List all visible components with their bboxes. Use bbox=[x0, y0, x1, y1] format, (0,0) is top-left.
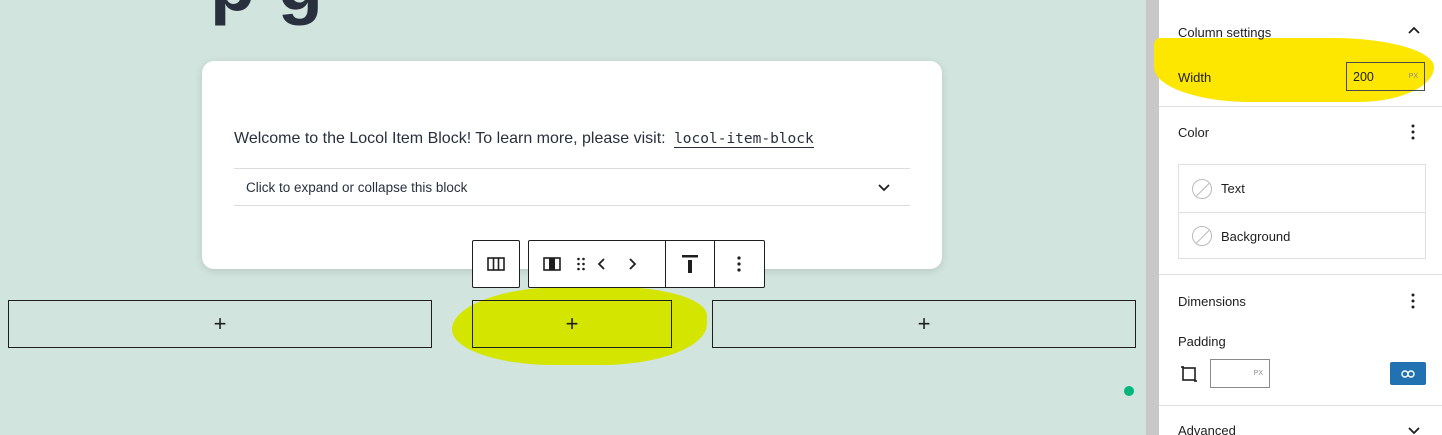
chevron-left-icon bbox=[597, 258, 605, 270]
plus-icon: + bbox=[917, 311, 931, 336]
column-appender-right[interactable]: + bbox=[712, 300, 1136, 348]
width-unit[interactable]: PX bbox=[1409, 73, 1418, 80]
color-text-option[interactable]: Text bbox=[1179, 165, 1425, 212]
empty-swatch-icon bbox=[1192, 226, 1212, 246]
color-options: Text Background bbox=[1178, 164, 1426, 259]
more-options-button[interactable] bbox=[715, 241, 763, 287]
accordion-label: Click to expand or collapse this block bbox=[246, 180, 468, 195]
advanced-title: Advanced bbox=[1178, 423, 1236, 435]
editor-canvas: p g Welcome to the Locol Item Block! To … bbox=[0, 0, 1146, 435]
locol-item-block[interactable]: Welcome to the Locol Item Block! To lear… bbox=[202, 61, 942, 269]
column-icon bbox=[543, 257, 561, 271]
link-icon bbox=[1401, 369, 1415, 378]
drag-handle[interactable] bbox=[575, 241, 587, 287]
column-settings-title[interactable]: Column settings bbox=[1178, 25, 1271, 40]
plus-icon: + bbox=[213, 311, 227, 336]
advanced-panel[interactable]: Advanced bbox=[1159, 406, 1442, 435]
padding-sides-icon bbox=[1181, 366, 1197, 382]
column-appender-left[interactable]: + bbox=[8, 300, 432, 348]
width-value: 200 bbox=[1353, 69, 1374, 84]
padding-label: Padding bbox=[1178, 334, 1226, 349]
align-top-icon bbox=[682, 255, 698, 273]
dimensions-title: Dimensions bbox=[1178, 294, 1246, 309]
page-heading: p g bbox=[210, 0, 324, 27]
accordion-toggle[interactable]: Click to expand or collapse this block bbox=[234, 168, 910, 206]
drag-handle-icon bbox=[577, 257, 585, 271]
more-options-icon[interactable] bbox=[1411, 293, 1415, 309]
chevron-down-icon bbox=[1408, 427, 1420, 435]
padding-input[interactable]: PX bbox=[1210, 359, 1270, 388]
chevron-right-icon bbox=[629, 258, 637, 270]
chevron-down-icon bbox=[878, 184, 890, 192]
chevron-up-icon[interactable] bbox=[1407, 25, 1421, 35]
more-options-icon[interactable] bbox=[1411, 124, 1415, 140]
color-background-label: Background bbox=[1221, 228, 1291, 244]
block-link[interactable]: locol-item-block bbox=[674, 131, 814, 148]
width-input[interactable]: 200 PX bbox=[1346, 62, 1425, 91]
column-appender-middle[interactable]: + bbox=[472, 300, 672, 348]
color-text-label: Text bbox=[1221, 181, 1245, 196]
move-right-button[interactable] bbox=[617, 241, 647, 287]
more-options-icon bbox=[737, 256, 741, 272]
width-label: Width bbox=[1178, 70, 1212, 85]
link-sides-button[interactable] bbox=[1390, 362, 1426, 385]
vertical-align-button[interactable] bbox=[666, 241, 714, 287]
block-type-column-button[interactable] bbox=[529, 241, 575, 287]
padding-unit[interactable]: PX bbox=[1254, 370, 1263, 377]
empty-swatch-icon bbox=[1192, 178, 1212, 199]
settings-sidebar: Column settings Width 200 PX Color Text … bbox=[1154, 0, 1442, 435]
move-left-button[interactable] bbox=[587, 241, 617, 287]
block-toolbar bbox=[528, 240, 765, 288]
plus-icon: + bbox=[565, 311, 579, 336]
color-title: Color bbox=[1178, 125, 1210, 140]
status-indicator-dot bbox=[1124, 386, 1134, 396]
color-background-option[interactable]: Background bbox=[1179, 212, 1425, 259]
columns-icon bbox=[487, 257, 505, 271]
block-toolbar-parent bbox=[472, 240, 520, 288]
column-settings-panel: Column settings Width 200 PX bbox=[1154, 0, 1442, 107]
block-intro-text: Welcome to the Locol Item Block! To lear… bbox=[234, 130, 666, 147]
select-parent-columns-button[interactable] bbox=[473, 241, 519, 287]
block-intro: Welcome to the Locol Item Block! To lear… bbox=[234, 130, 814, 148]
